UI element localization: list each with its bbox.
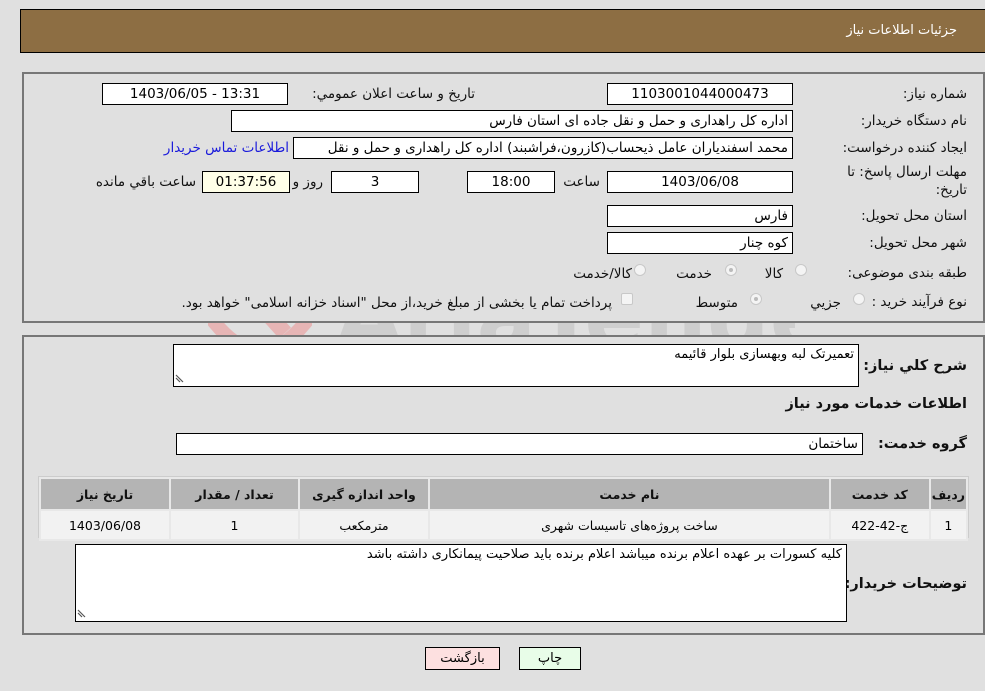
buyer-notes-text: کلیه کسورات بر عهده اعلام برنده میباشد ا… — [366, 547, 842, 562]
category-radio-goods[interactable] — [795, 264, 807, 276]
deadline-label-line2: تاریخ: — [935, 182, 967, 198]
buyer-org-label: نام دستگاه خریدار: — [860, 113, 967, 129]
description-textarea[interactable]: تعمیرتک لبه وبهسازی بلوار قائیمه — [173, 344, 859, 387]
col-quantity: تعداد / مقدار — [169, 477, 300, 511]
table-row: 1 ج-42-422 ساخت پروژه‌های تاسیسات شهری م… — [39, 509, 969, 541]
col-service-name: نام خدمت — [428, 477, 831, 511]
treasury-note: پرداخت تمام یا بخشی از مبلغ خرید،از محل … — [181, 295, 612, 311]
need-number-field: 1103001044000473 — [607, 83, 793, 105]
category-radio-goods-service[interactable] — [634, 264, 646, 276]
items-table: ردیف کد خدمت نام خدمت واحد اندازه گیری ت… — [39, 477, 969, 541]
process-option-minor: جزيي — [810, 295, 841, 311]
process-radio-minor[interactable] — [853, 293, 865, 305]
days-remaining-field: 3 — [331, 171, 419, 193]
service-group-label: گروه خدمت: — [877, 436, 967, 452]
page-header: جزئیات اطلاعات نیاز — [20, 9, 985, 53]
city-label: شهر محل تحویل: — [869, 235, 967, 251]
deadline-date-field: 1403/06/08 — [607, 171, 793, 193]
category-label: طبقه بندی موضوعی: — [847, 265, 967, 281]
city-field: کوه چنار — [607, 232, 793, 254]
description-text: تعمیرتک لبه وبهسازی بلوار قائیمه — [674, 347, 854, 362]
description-label: شرح کلي نیاز: — [863, 358, 967, 374]
buyer-notes-textarea[interactable]: کلیه کسورات بر عهده اعلام برنده میباشد ا… — [75, 544, 847, 622]
province-label: استان محل تحویل: — [861, 208, 967, 224]
page-title: جزئیات اطلاعات نیاز — [846, 23, 957, 38]
deadline-label-line1: مهلت ارسال پاسخ: تا — [847, 164, 967, 180]
cell-service-code: ج-42-422 — [828, 509, 931, 541]
buyer-org-field: اداره کل راهداری و حمل و نقل جاده ای است… — [231, 110, 793, 132]
cell-unit: مترمکعب — [298, 509, 430, 541]
creator-label: ایجاد کننده درخواست: — [842, 140, 967, 156]
deadline-time-field: 18:00 — [467, 171, 555, 193]
category-option-service: خدمت — [676, 266, 712, 282]
process-radio-medium[interactable] — [750, 293, 762, 305]
buyer-contact-link[interactable]: اطلاعات تماس خریدار — [164, 140, 289, 156]
creator-field: محمد اسفندیاران عامل ذیحساب(کازرون،فراشب… — [293, 137, 793, 159]
resize-grip-icon[interactable] — [77, 609, 87, 619]
need-number-label: شماره نیاز: — [902, 86, 967, 102]
category-option-goods-service: کالا/خدمت — [573, 266, 632, 282]
print-button[interactable]: چاپ — [519, 647, 581, 670]
deadline-label: مهلت ارسال پاسخ: تا تاریخ: — [847, 163, 967, 199]
table-header-row: ردیف کد خدمت نام خدمت واحد اندازه گیری ت… — [39, 477, 969, 511]
cell-need-date: 1403/06/08 — [39, 509, 171, 541]
col-unit: واحد اندازه گیری — [298, 477, 430, 511]
province-field: فارس — [607, 205, 793, 227]
category-option-goods: کالا — [764, 266, 783, 282]
process-option-medium: متوسط — [695, 295, 738, 311]
cell-row-number: 1 — [928, 509, 969, 541]
category-radio-service[interactable] — [725, 264, 737, 276]
services-heading: اطلاعات خدمات مورد نیاز — [785, 396, 967, 412]
announce-field: 1403/06/05 - 13:31 — [102, 83, 288, 105]
resize-grip-icon[interactable] — [175, 374, 185, 384]
service-group-field: ساختمان — [176, 433, 863, 455]
back-button[interactable]: بازگشت — [425, 647, 500, 670]
col-need-date: تاریخ نیاز — [39, 477, 171, 511]
cell-quantity: 1 — [169, 509, 300, 541]
process-label: نوع فرآیند خرید : — [871, 294, 967, 310]
items-table-wrapper: ردیف کد خدمت نام خدمت واحد اندازه گیری ت… — [38, 476, 969, 541]
col-service-code: کد خدمت — [828, 477, 931, 511]
cell-service-name: ساخت پروژه‌های تاسیسات شهری — [428, 509, 831, 541]
time-remaining-label: ساعت باقي مانده — [95, 174, 196, 190]
time-remaining-field: 01:37:56 — [202, 171, 290, 193]
buyer-notes-label: توضیحات خریدار: — [844, 576, 967, 592]
announce-label: تاریخ و ساعت اعلان عمومي: — [312, 86, 475, 102]
days-label: روز و — [292, 174, 323, 190]
treasury-checkbox[interactable] — [621, 293, 633, 305]
deadline-time-label: ساعت — [563, 174, 600, 190]
col-row-number: ردیف — [928, 477, 969, 511]
